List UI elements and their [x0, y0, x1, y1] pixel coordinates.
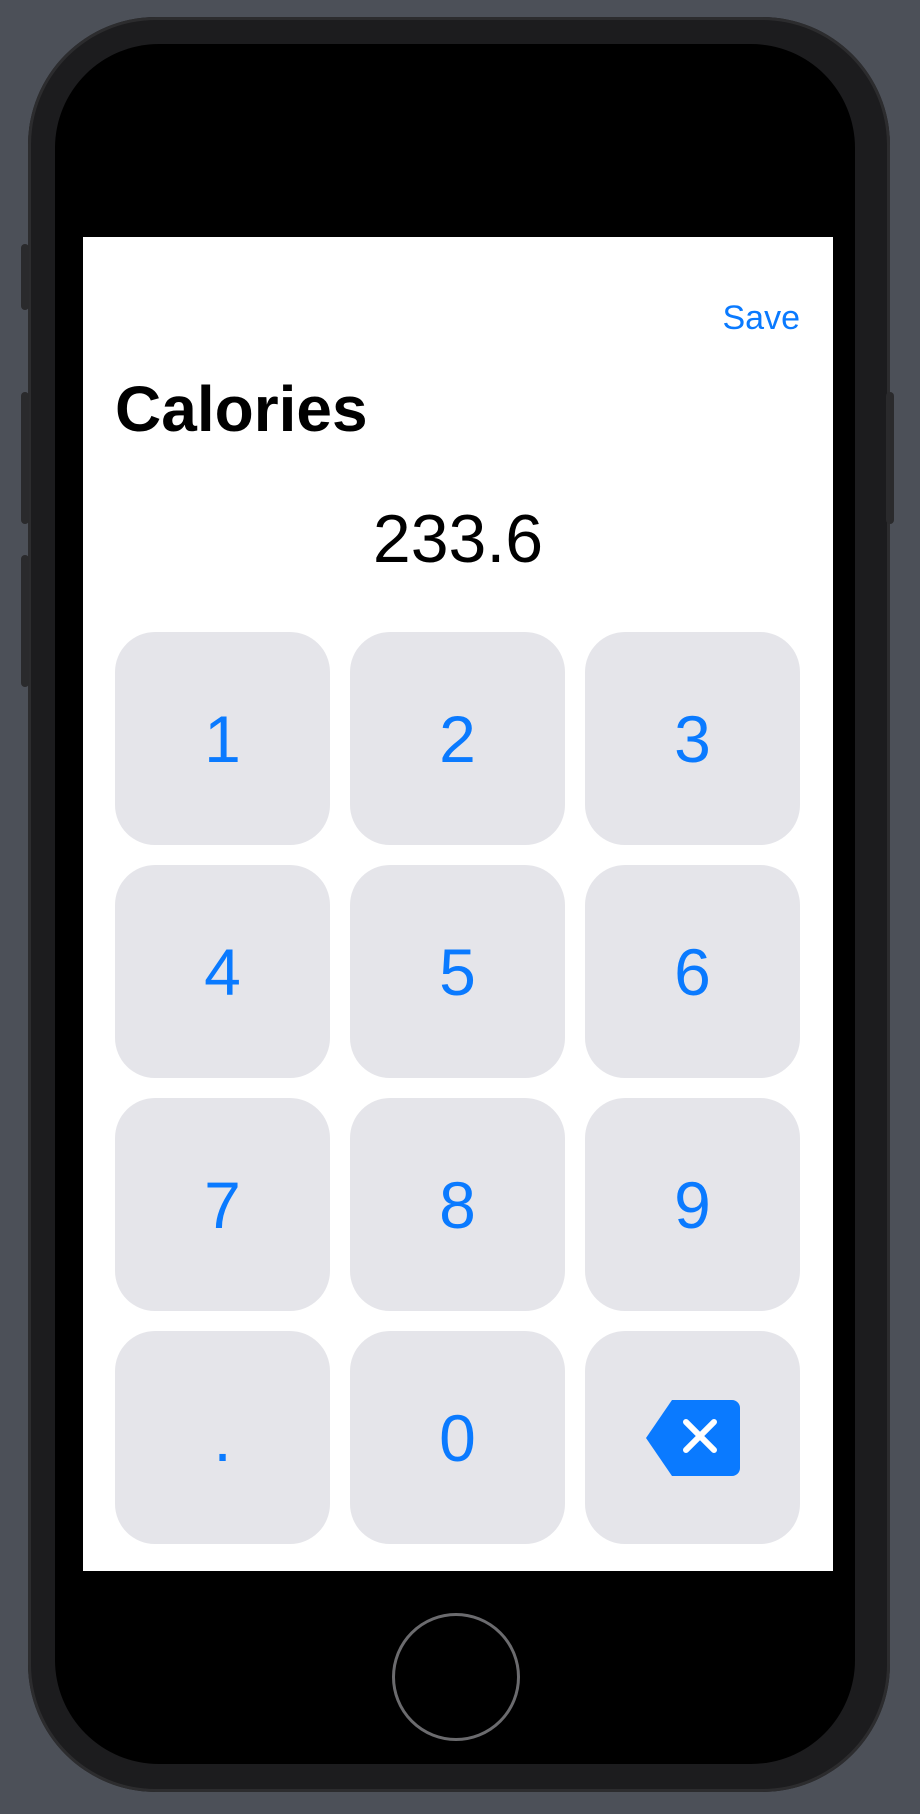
save-button[interactable]: Save — [723, 299, 801, 338]
key-7[interactable]: 7 — [115, 1098, 330, 1311]
backspace-button[interactable] — [585, 1331, 800, 1544]
silent-switch — [21, 244, 29, 310]
key-0[interactable]: 0 — [350, 1331, 565, 1544]
key-decimal[interactable]: . — [115, 1331, 330, 1544]
key-9[interactable]: 9 — [585, 1098, 800, 1311]
key-label: 0 — [439, 1400, 476, 1475]
key-2[interactable]: 2 — [350, 632, 565, 845]
key-label: 1 — [204, 701, 241, 776]
key-label: 3 — [674, 701, 711, 776]
key-label: 7 — [204, 1167, 241, 1242]
home-button[interactable] — [392, 1613, 520, 1741]
key-5[interactable]: 5 — [350, 865, 565, 1078]
app-screen: Save Calories 233.6 1 2 3 4 5 6 7 8 9 . … — [83, 237, 833, 1571]
key-label: 6 — [674, 934, 711, 1009]
key-3[interactable]: 3 — [585, 632, 800, 845]
key-label: 5 — [439, 934, 476, 1009]
key-label: 2 — [439, 701, 476, 776]
value-display: 233.6 — [372, 501, 544, 577]
key-label: 8 — [439, 1167, 476, 1242]
page-title: Calories — [115, 373, 368, 445]
key-label: 9 — [674, 1167, 711, 1242]
backspace-icon — [645, 1398, 740, 1478]
key-label: 4 — [204, 934, 241, 1009]
numeric-keypad: 1 2 3 4 5 6 7 8 9 . 0 — [115, 632, 801, 1544]
key-1[interactable]: 1 — [115, 632, 330, 845]
power-button — [886, 392, 894, 524]
key-6[interactable]: 6 — [585, 865, 800, 1078]
key-label: . — [213, 1400, 232, 1475]
volume-down-button — [21, 555, 29, 687]
volume-up-button — [21, 392, 29, 524]
key-8[interactable]: 8 — [350, 1098, 565, 1311]
key-4[interactable]: 4 — [115, 865, 330, 1078]
